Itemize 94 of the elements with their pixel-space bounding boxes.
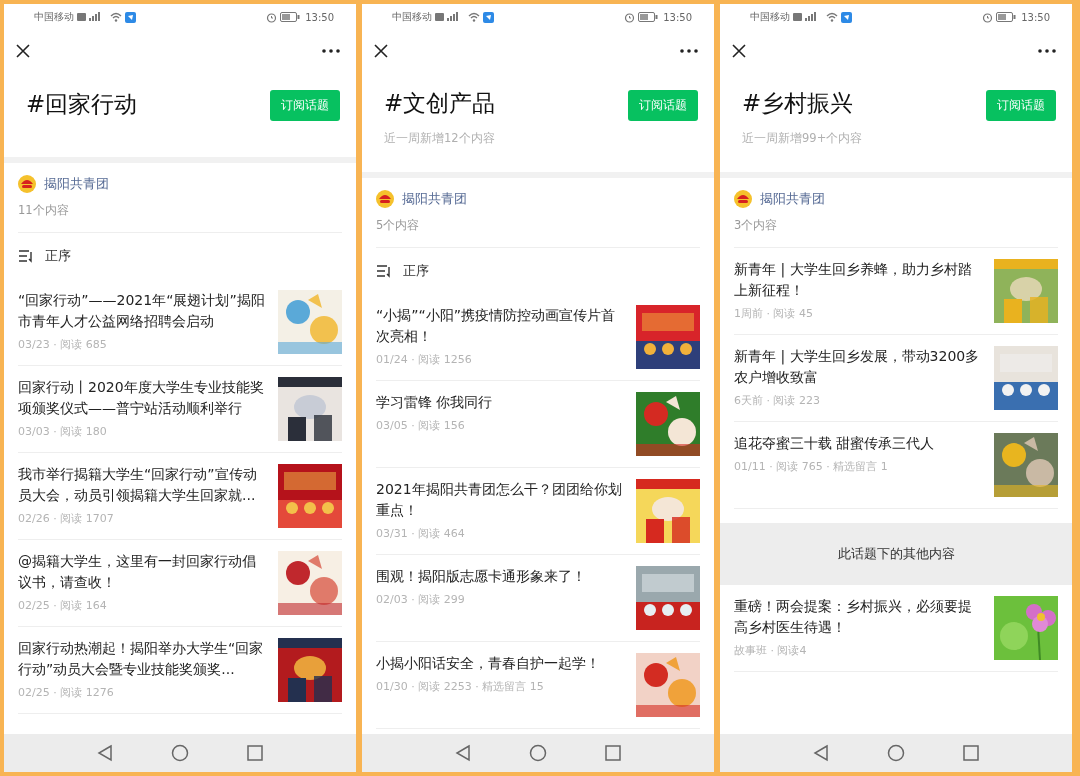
article-item[interactable]: 2021年揭阳共青团怎么干？团团给你划重点！ 03/31 · 阅读 464	[376, 468, 700, 555]
article-item[interactable]: “小揭”“小阳”携疫情防控动画宣传片首次亮相！ 01/24 · 阅读 1256	[376, 294, 700, 381]
article-meta: 02/26 · 阅读 1707	[18, 511, 115, 526]
article-item[interactable]: 回家行动热潮起！揭阳举办大学生“回家行动”动员大会暨专业技能奖颁奖... 02/25 · 阅读 1276	[18, 627, 342, 714]
content-count: 11个内容	[18, 203, 70, 218]
article-title: 重磅！两会提案：乡村振兴，必须要提高乡村医生待遇！	[734, 597, 973, 637]
close-icon[interactable]	[732, 44, 746, 58]
article-meta: 03/31 · 阅读 464	[376, 526, 466, 541]
article-meta: 03/23 · 阅读 685	[18, 337, 108, 352]
article-title: 回家行动丨2020年度大学生专业技能奖项颁奖仪式——普宁站活动顺利举行	[18, 378, 265, 418]
sort-icon[interactable]	[18, 249, 35, 263]
carrier-name: 中国移动	[34, 10, 74, 24]
emblem-icon	[734, 190, 752, 208]
recent-apps-icon[interactable]	[605, 745, 621, 761]
article-meta: 故事班 · 阅读4	[734, 643, 808, 658]
article-meta: 02/25 · 阅读 164	[18, 598, 108, 613]
topic-title: #乡村振兴	[742, 89, 855, 118]
article-item[interactable]: 回家行动丨2020年度大学生专业技能奖项颁奖仪式——普宁站活动顺利举行 03/03 · 阅读 180	[18, 366, 342, 453]
carrier-name: 中国移动	[392, 10, 432, 24]
article-item[interactable]: 新青年 | 大学生回乡发展，带动3200多农户增收致富 6天前 · 阅读 223	[734, 335, 1058, 422]
sort-order-label[interactable]: 正序	[45, 247, 71, 265]
article-item[interactable]: “回家行动”——2021年“展翅计划”揭阳市青年人才公益网络招聘会启动 03/23 · 阅读 685	[18, 279, 342, 366]
article-item[interactable]: 追花夺蜜三十载 甜蜜传承三代人 01/11 · 阅读 765 · 精选留言 1	[734, 422, 1058, 509]
close-icon[interactable]	[16, 44, 30, 58]
alarm-icon	[266, 11, 278, 23]
article-item[interactable]: 小揭小阳话安全，青春自护一起学！ 01/30 · 阅读 2253 · 精选留言 15	[376, 642, 700, 729]
recent-apps-icon[interactable]	[247, 745, 263, 761]
article-meta: 03/03 · 阅读 180	[18, 424, 108, 439]
article-item[interactable]: 重磅！两会提案：乡村振兴，必须要提高乡村医生待遇！ 故事班 · 阅读4	[734, 585, 1058, 672]
article-meta: 03/05 · 阅读 156	[376, 418, 466, 433]
more-icon[interactable]	[322, 49, 340, 53]
article-title: 追花夺蜜三十载 甜蜜传承三代人	[734, 434, 936, 453]
alarm-icon	[982, 11, 994, 23]
article-meta: 01/24 · 阅读 1256	[376, 352, 473, 367]
article-meta: 01/30 · 阅读 2253 · 精选留言 15	[376, 679, 545, 694]
emblem-icon	[376, 190, 394, 208]
home-icon[interactable]	[887, 744, 905, 762]
article-item[interactable]: 围观！揭阳版志愿卡通形象来了！ 02/03 · 阅读 299	[376, 555, 700, 642]
recent-apps-icon[interactable]	[963, 745, 979, 761]
article-title: 新青年 | 大学生回乡养蜂，助力乡村踏上新征程！	[734, 260, 973, 300]
content-count: 5个内容	[376, 218, 421, 233]
topic-subtitle: 近一周新增99+个内容	[742, 131, 863, 146]
article-item[interactable]: 我市举行揭籍大学生“回家行动”宣传动员大会，动员引领揭籍大学生回家就... 02/26 · 阅读 1707	[18, 453, 342, 540]
topic-subtitle: 近一周新增12个内容	[384, 131, 496, 146]
carrier-name: 中国移动	[750, 10, 790, 24]
status-time: 13:50	[305, 11, 334, 23]
app-notification-icon	[841, 11, 852, 23]
topic-title: #回家行动	[26, 90, 138, 119]
section-heading: 此话题下的其他内容	[837, 545, 955, 563]
article-meta: 6天前 · 阅读 223	[734, 393, 821, 408]
article-title: 2021年揭阳共青团怎么干？团团给你划重点！	[376, 480, 623, 520]
article-item[interactable]: 学习雷锋 你我同行 03/05 · 阅读 156	[376, 381, 700, 468]
account-name[interactable]: 揭阳共青团	[402, 190, 467, 208]
back-icon[interactable]	[97, 744, 113, 762]
more-icon[interactable]	[1038, 49, 1056, 53]
topic-title: #文创产品	[384, 89, 496, 118]
article-title: 回家行动热潮起！揭阳举办大学生“回家行动”动员大会暨专业技能奖颁奖...	[18, 639, 265, 679]
wifi-icon	[110, 12, 122, 22]
article-meta: 01/11 · 阅读 765 · 精选留言 1	[734, 459, 889, 474]
status-time: 13:50	[663, 11, 692, 23]
back-icon[interactable]	[455, 744, 471, 762]
wifi-icon	[468, 12, 480, 22]
article-title: 小揭小阳话安全，青春自护一起学！	[376, 654, 601, 673]
account-name[interactable]: 揭阳共青团	[44, 175, 109, 193]
article-title: @揭籍大学生，这里有一封回家行动倡议书，请查收！	[18, 552, 257, 592]
close-icon[interactable]	[374, 44, 388, 58]
sort-order-label[interactable]: 正序	[403, 262, 429, 280]
wifi-icon	[826, 12, 838, 22]
article-item[interactable]: @揭籍大学生，这里有一封回家行动倡议书，请查收！ 02/25 · 阅读 164	[18, 540, 342, 627]
sort-icon[interactable]	[376, 264, 393, 278]
content-count: 3个内容	[734, 218, 779, 233]
back-icon[interactable]	[813, 744, 829, 762]
article-item[interactable]: 新青年 | 大学生回乡养蜂，助力乡村踏上新征程！ 1周前 · 阅读 45	[734, 248, 1058, 335]
article-meta: 02/25 · 阅读 1276	[18, 685, 115, 700]
article-title: 我市举行揭籍大学生“回家行动”宣传动员大会，动员引领揭籍大学生回家就...	[18, 465, 258, 505]
app-notification-icon	[483, 11, 494, 23]
article-title: 学习雷锋 你我同行	[376, 393, 494, 412]
article-meta: 1周前 · 阅读 45	[734, 306, 814, 321]
status-time: 13:50	[1021, 11, 1050, 23]
emblem-icon	[18, 175, 36, 193]
article-title: “回家行动”——2021年“展翅计划”揭阳市青年人才公益网络招聘会启动	[18, 291, 266, 331]
home-icon[interactable]	[171, 744, 189, 762]
battery-icon	[638, 12, 659, 22]
article-meta: 02/03 · 阅读 299	[376, 592, 466, 607]
alarm-icon	[624, 11, 636, 23]
battery-icon	[280, 12, 301, 22]
article-title: “小揭”“小阳”携疫情防控动画宣传片首次亮相！	[376, 306, 616, 346]
home-icon[interactable]	[529, 744, 547, 762]
more-icon[interactable]	[680, 49, 698, 53]
article-title: 围观！揭阳版志愿卡通形象来了！	[376, 567, 587, 586]
app-notification-icon	[125, 11, 136, 23]
article-title: 新青年 | 大学生回乡发展，带动3200多农户增收致富	[734, 347, 981, 387]
account-name[interactable]: 揭阳共青团	[760, 190, 825, 208]
battery-icon	[996, 12, 1017, 22]
